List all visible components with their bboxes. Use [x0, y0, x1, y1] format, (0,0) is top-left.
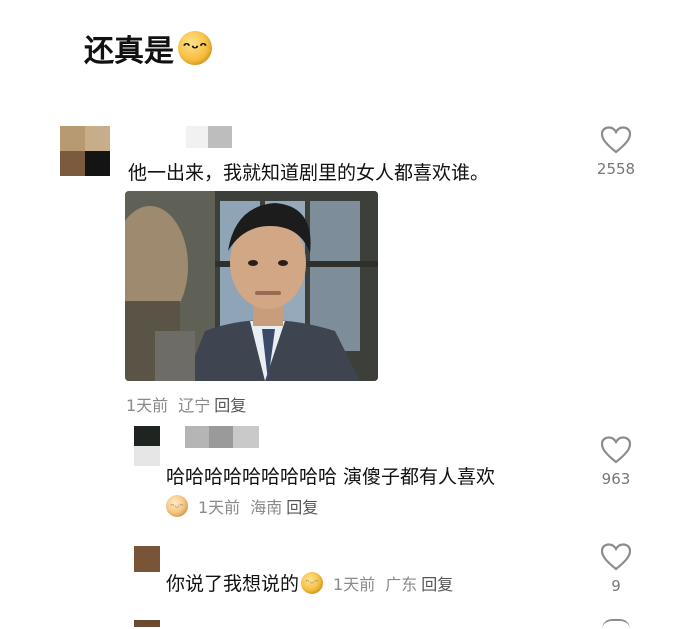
crying-laughing-emoji-icon: ᵔᵕᵔ	[166, 495, 188, 517]
reply-location: 海南	[250, 498, 283, 517]
comment-location: 辽宁	[178, 396, 211, 415]
avatar[interactable]	[134, 546, 160, 572]
laughing-emoji-icon: ᵔᵕᵔ	[301, 571, 324, 594]
like-count: 9	[611, 577, 621, 595]
like-button[interactable]: 2558	[586, 126, 646, 178]
tv-still-image	[125, 191, 378, 381]
reply-location: 广东	[385, 574, 418, 594]
reply-button[interactable]: 回复	[286, 494, 318, 518]
reply-button[interactable]: 回复	[421, 571, 453, 595]
reply-time: 1天前	[198, 498, 241, 517]
username[interactable]	[186, 126, 232, 148]
like-count: 2558	[596, 160, 636, 178]
laughing-emoji-icon: ᵔᵕᵔ	[178, 31, 212, 65]
avatar[interactable]	[134, 426, 160, 466]
comment-image[interactable]	[125, 191, 378, 381]
comment-time: 1天前	[126, 396, 169, 415]
comment-text: 他一出来，我就知道剧里的女人都喜欢谁。	[128, 162, 490, 184]
avatar[interactable]	[134, 620, 160, 627]
like-button[interactable]: 9	[586, 543, 646, 595]
avatar[interactable]	[60, 126, 110, 176]
heart-icon	[601, 126, 631, 154]
comment-meta: 1天前 辽宁 回复	[126, 392, 246, 416]
reply-button[interactable]: 回复	[214, 392, 246, 416]
reply-meta: 你说了我想说的 ᵔᵕᵔ 1天前 广东 回复	[166, 569, 453, 596]
heart-icon	[601, 543, 631, 571]
post-title-text: 还真是	[84, 34, 174, 69]
like-button[interactable]: 963	[586, 436, 646, 488]
post-title: 还真是 ᵔᵕᵔ	[84, 26, 212, 70]
reply-text: 你说了我想说的	[166, 573, 300, 595]
reply-text: 哈哈哈哈哈哈哈哈哈 演傻子都有人喜欢	[166, 466, 496, 488]
heart-icon[interactable]	[602, 619, 630, 629]
username[interactable]	[185, 426, 259, 448]
reply-meta: ᵔᵕᵔ 1天前 海南 回复	[166, 494, 318, 518]
heart-icon	[601, 436, 631, 464]
reply-time: 1天前	[333, 574, 376, 594]
like-count: 963	[601, 470, 631, 488]
